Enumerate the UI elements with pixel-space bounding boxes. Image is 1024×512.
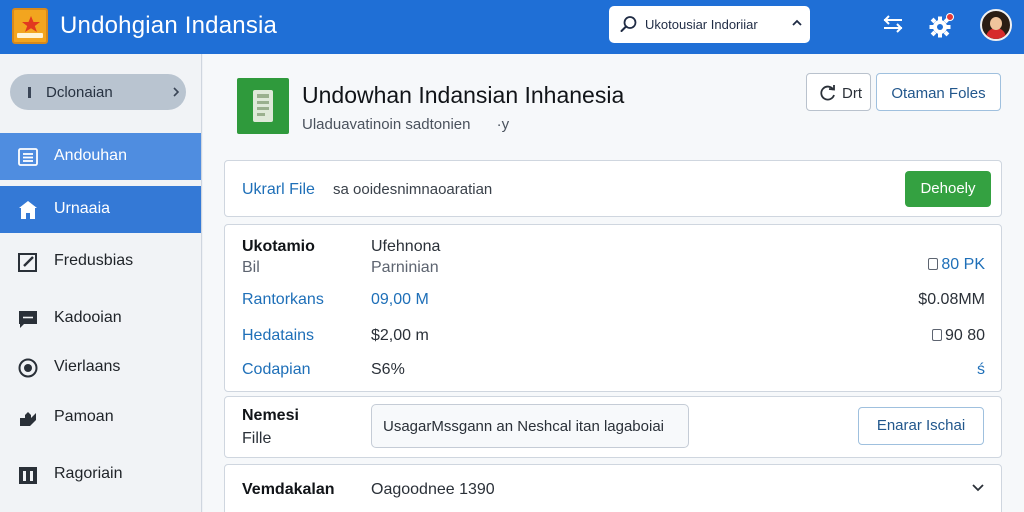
select-card[interactable]: Vemdakalan Oagoodnee 1390 bbox=[224, 464, 1002, 512]
message-sublabel: Fille bbox=[242, 430, 272, 447]
details-row-value: 09,00 M bbox=[371, 291, 429, 308]
details-header-label: Ukotamio bbox=[242, 238, 315, 255]
eye-icon bbox=[18, 358, 38, 378]
open-files-label: Otaman Foles bbox=[891, 85, 986, 102]
sidebar-selector[interactable]: Dclonaian bbox=[10, 74, 186, 110]
details-row-label[interactable]: Rantorkans bbox=[242, 291, 324, 309]
details-row-value: S6% bbox=[371, 361, 405, 378]
details-header-sublabel: Bil bbox=[242, 259, 260, 276]
list-icon bbox=[18, 148, 38, 166]
chevron-up-icon[interactable] bbox=[791, 18, 803, 28]
gear-notification-icon[interactable] bbox=[928, 12, 956, 40]
details-header-right: 80 PK bbox=[928, 256, 985, 274]
details-card: Ukotamio Bil Ufehnona Parninian 80 PK Ra… bbox=[224, 224, 1002, 392]
details-header-value: Ufehnona bbox=[371, 238, 441, 255]
details-row-value: $2,00 m bbox=[371, 327, 429, 344]
grid-icon bbox=[19, 467, 37, 484]
select-value: Oagoodnee 1390 bbox=[371, 481, 495, 498]
sidebar: Dclonaian Andouhan Urnaaia Fredusbias Ka… bbox=[0, 54, 202, 512]
sidebar-item-vierlaans[interactable]: Vierlaans bbox=[0, 344, 201, 391]
selector-marker-icon bbox=[28, 87, 31, 98]
sidebar-selector-label: Dclonaian bbox=[46, 84, 113, 101]
upload-card: Ukrarl File sa ooidesnimnaoaratian Dehoe… bbox=[224, 160, 1002, 217]
top-bar: Undohgian Indansia Ukotousiar Indoriiar bbox=[0, 0, 1024, 54]
star-logo-icon[interactable] bbox=[12, 8, 48, 44]
details-row-right: 90 80 bbox=[931, 327, 985, 345]
open-files-button[interactable]: Otaman Foles bbox=[876, 73, 1001, 111]
search-icon bbox=[620, 16, 637, 32]
sidebar-item-label: Andouhan bbox=[54, 147, 127, 164]
sidebar-item-fredusbias[interactable]: Fredusbias bbox=[0, 238, 201, 285]
message-card: Nemesi Fille Enarar Ischai bbox=[224, 396, 1002, 458]
sidebar-item-kadooian[interactable]: Kadooian bbox=[0, 295, 201, 342]
checkbox-icon[interactable] bbox=[931, 329, 942, 341]
app-title: Undohgian Indansia bbox=[60, 12, 278, 39]
upload-description: sa ooidesnimnaoaratian bbox=[333, 181, 493, 198]
search-box[interactable]: Ukotousiar Indoriiar bbox=[609, 6, 810, 43]
edit-icon bbox=[18, 253, 37, 272]
select-label: Vemdakalan bbox=[242, 481, 335, 498]
search-value: Ukotousiar Indoriiar bbox=[645, 17, 758, 32]
details-row-right: $0.08MM bbox=[918, 291, 985, 308]
sidebar-item-label: Kadooian bbox=[54, 309, 122, 326]
page-subtitle: Uladuavatinoin sadtonien ·y bbox=[302, 116, 510, 133]
refresh-icon bbox=[820, 85, 835, 101]
sidebar-item-ragoriain[interactable]: Ragoriain bbox=[0, 451, 201, 498]
sidebar-item-label: Ragoriain bbox=[54, 465, 123, 482]
details-row-label[interactable]: Hedatains bbox=[242, 327, 314, 345]
sidebar-item-label: Pamoan bbox=[54, 408, 114, 425]
message-label: Nemesi bbox=[242, 407, 299, 424]
primary-action-button[interactable]: Dehoely bbox=[905, 171, 991, 207]
sidebar-item-label: Vierlaans bbox=[54, 358, 121, 375]
refresh-button[interactable]: Drt bbox=[806, 73, 871, 111]
page-title: Undowhan Indansian Inhanesia bbox=[302, 82, 625, 108]
sliders-icon[interactable] bbox=[881, 12, 905, 38]
puzzle-icon bbox=[20, 412, 36, 426]
comment-icon bbox=[19, 311, 37, 328]
checkbox-icon[interactable] bbox=[928, 258, 939, 270]
chevron-down-icon[interactable] bbox=[971, 483, 985, 493]
chevron-right-icon bbox=[173, 87, 180, 97]
details-row-right: ś bbox=[977, 361, 985, 378]
avatar[interactable] bbox=[980, 9, 1012, 41]
sidebar-item-pamoan[interactable]: Pamoan bbox=[0, 394, 201, 441]
refresh-button-label: Drt bbox=[842, 85, 862, 102]
enter-button[interactable]: Enarar Ischai bbox=[858, 407, 984, 445]
sidebar-item-label: Fredusbias bbox=[54, 252, 134, 269]
home-icon bbox=[19, 201, 37, 219]
upload-file-link[interactable]: Ukrarl File bbox=[242, 181, 315, 199]
sidebar-item-andouhan[interactable]: Andouhan bbox=[0, 133, 201, 180]
details-row-label[interactable]: Codapian bbox=[242, 361, 311, 379]
details-header-subvalue: Parninian bbox=[371, 259, 439, 276]
sidebar-item-urnaaia[interactable]: Urnaaia bbox=[0, 186, 201, 233]
sidebar-item-label: Urnaaia bbox=[54, 200, 111, 217]
document-icon bbox=[237, 78, 289, 134]
message-input[interactable] bbox=[371, 404, 689, 448]
